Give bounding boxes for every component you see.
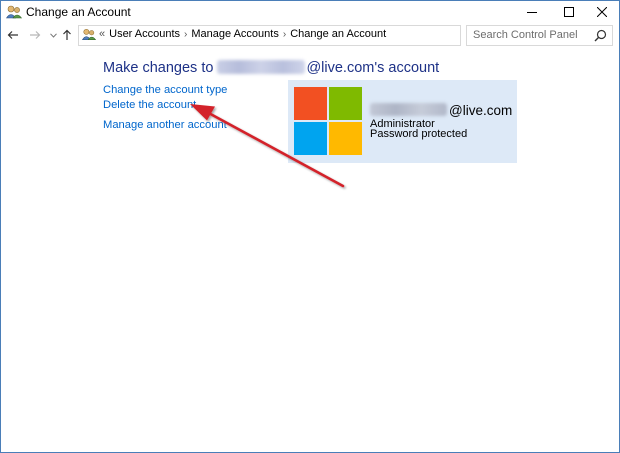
user-accounts-icon [81, 28, 97, 41]
address-bar[interactable]: « User Accounts › Manage Accounts › Change an… [78, 25, 535, 46]
maximize-button[interactable] [552, 1, 586, 23]
maximize-icon [564, 7, 574, 17]
account-email: @live.com [370, 103, 512, 118]
back-arrow-icon [7, 31, 18, 39]
up-arrow-icon [63, 29, 71, 40]
chevron-down-icon [49, 32, 57, 38]
delete-account-link[interactable]: Delete the account [103, 99, 196, 111]
manage-another-account-link[interactable]: Manage another account [103, 119, 227, 131]
chevron-right-icon[interactable]: › [184, 29, 187, 40]
logo-tile [294, 122, 327, 155]
navigation-bar: « User Accounts › Manage Accounts › Change an… [1, 23, 619, 47]
logo-tile [294, 87, 327, 120]
minimize-button[interactable] [515, 1, 549, 23]
title-bar[interactable]: Change an Account [1, 1, 619, 23]
logo-tile [329, 122, 362, 155]
up-button[interactable] [60, 27, 74, 43]
breadcrumb-change-account[interactable]: Change an Account [290, 28, 386, 40]
window-title: Change an Account [26, 5, 131, 19]
redacted-username [370, 103, 447, 116]
forward-arrow-icon [30, 31, 41, 39]
user-accounts-icon [5, 5, 23, 19]
close-button[interactable] [585, 1, 619, 23]
redacted-username [217, 60, 306, 74]
recent-locations-button[interactable] [46, 27, 60, 43]
minimize-icon [527, 12, 537, 13]
page-title-prefix: Make changes to [103, 60, 214, 76]
chevron-right-icon[interactable]: › [283, 29, 286, 40]
page-title: Make changes to @live.com's account [103, 60, 439, 76]
search-input[interactable]: Search Control Panel [466, 25, 613, 46]
breadcrumb: « User Accounts › Manage Accounts › Change an… [99, 28, 386, 40]
breadcrumb-user-accounts[interactable]: User Accounts [109, 28, 180, 40]
account-status: Password protected [370, 128, 468, 140]
microsoft-logo-icon [294, 87, 362, 155]
close-icon [597, 7, 607, 17]
control-panel-window: Change an Account « User Accounts › Mana… [0, 0, 620, 453]
account-email-suffix: @live.com [449, 103, 513, 118]
logo-tile [329, 87, 362, 120]
back-button[interactable] [6, 27, 20, 43]
account-card: @live.com Administrator Password protect… [288, 80, 517, 163]
breadcrumb-overflow[interactable]: « [99, 28, 105, 40]
breadcrumb-manage-accounts[interactable]: Manage Accounts [191, 28, 278, 40]
search-icon[interactable] [594, 29, 607, 42]
change-account-type-link[interactable]: Change the account type [103, 84, 227, 96]
forward-button[interactable] [28, 27, 42, 43]
search-placeholder: Search Control Panel [473, 29, 578, 41]
page-title-suffix: @live.com's account [306, 60, 440, 76]
